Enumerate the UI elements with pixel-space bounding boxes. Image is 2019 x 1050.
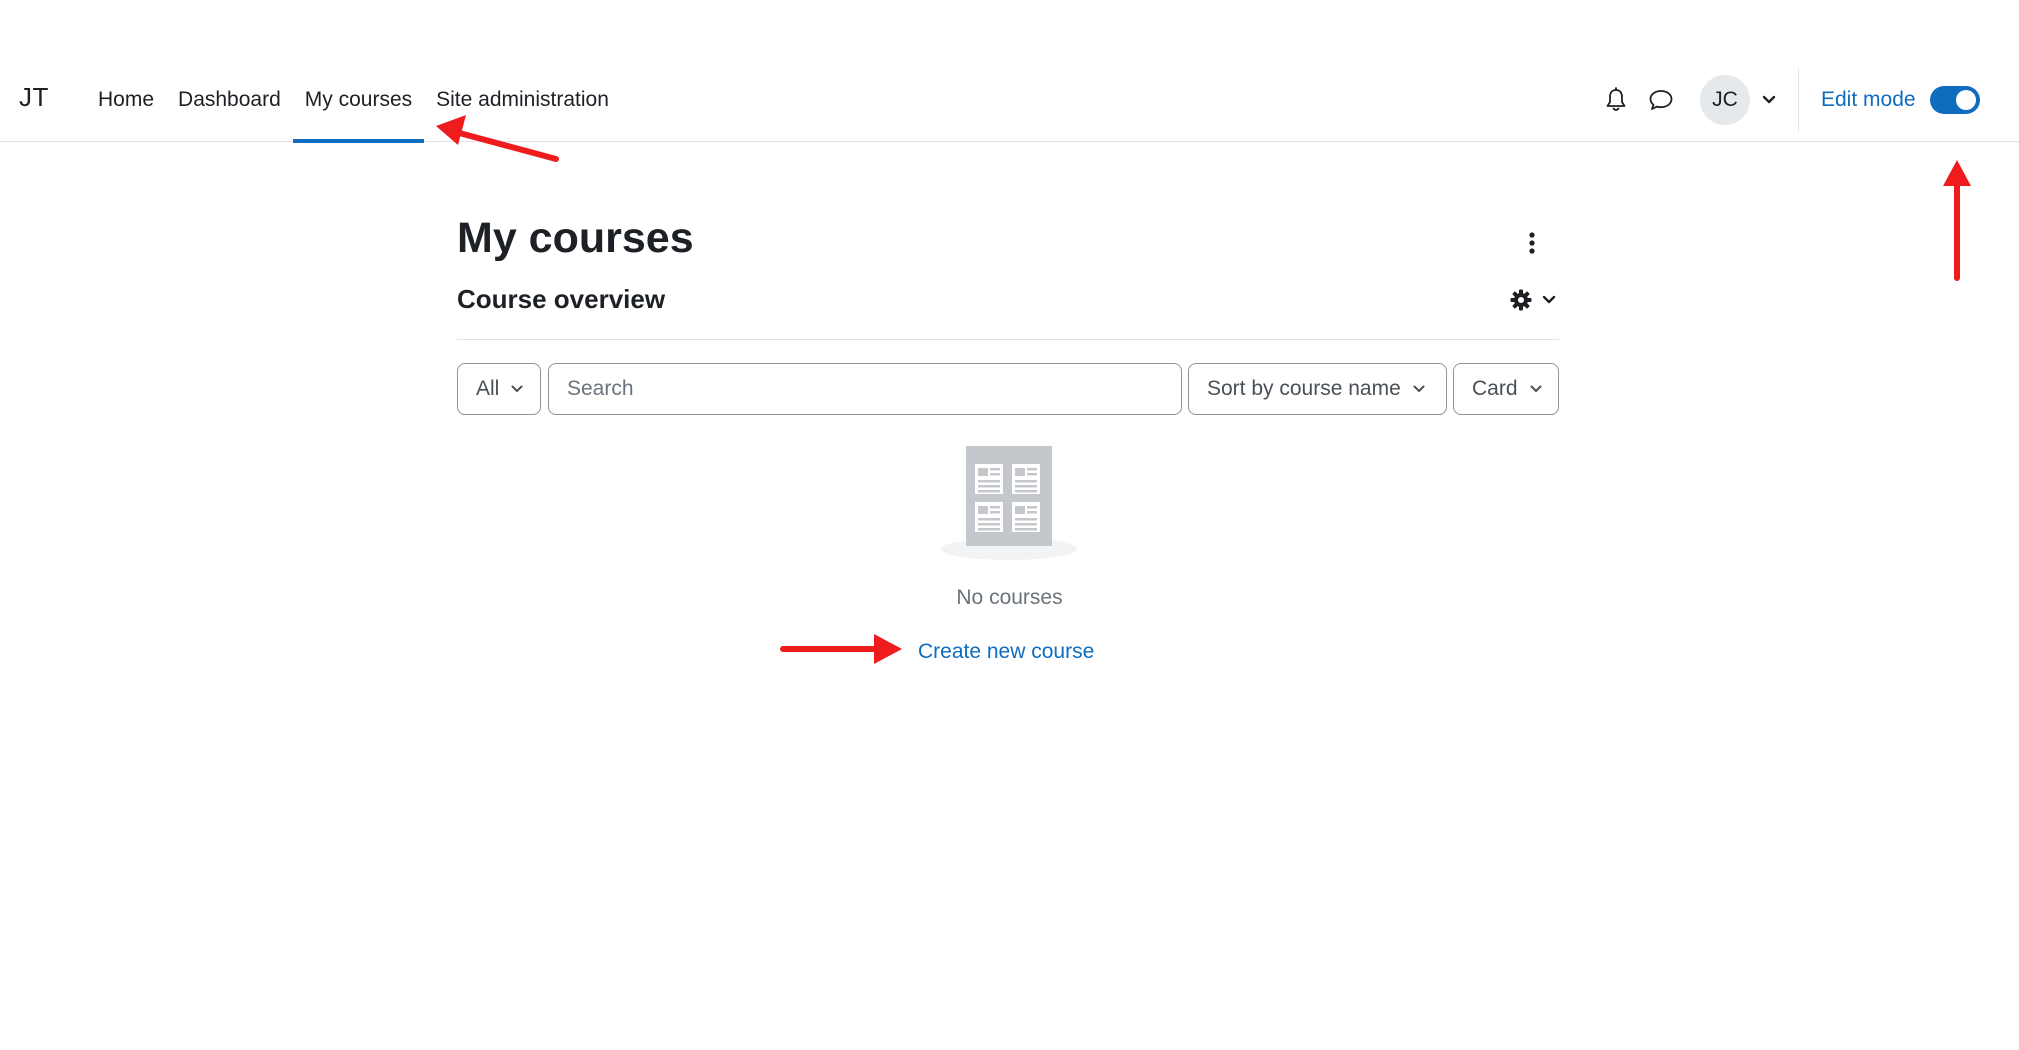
grouping-value: All xyxy=(476,377,500,400)
notifications-button[interactable] xyxy=(1600,84,1632,116)
create-new-course-link[interactable]: Create new course xyxy=(918,640,1094,664)
chevron-down-icon xyxy=(511,383,523,395)
primary-navigation: Home Dashboard My courses Site administr… xyxy=(86,58,621,143)
block-divider xyxy=(457,339,1559,340)
sort-value: Sort by course name xyxy=(1207,377,1401,400)
navbar-divider xyxy=(1798,68,1799,132)
chevron-down-icon xyxy=(1413,383,1425,395)
site-logo-text[interactable]: JT xyxy=(19,82,49,113)
block-settings-menu[interactable] xyxy=(1510,286,1562,314)
nav-item-site-administration[interactable]: Site administration xyxy=(424,58,621,142)
arrow-to-create-course xyxy=(780,634,902,664)
block-title: Course overview xyxy=(457,284,666,314)
chevron-down-icon xyxy=(1762,93,1776,107)
avatar: JC xyxy=(1700,75,1750,125)
user-menu[interactable]: JC xyxy=(1700,74,1776,126)
edit-mode-toggle[interactable]: Edit mode xyxy=(1821,84,1980,116)
display-value: Card xyxy=(1472,377,1518,400)
chevron-down-icon xyxy=(1530,383,1542,395)
chevron-down-icon xyxy=(1542,295,1556,304)
gear-icon xyxy=(1510,289,1532,311)
kebab-menu-icon xyxy=(1529,232,1535,254)
nav-item-my-courses[interactable]: My courses xyxy=(292,58,425,143)
chat-bubble-icon xyxy=(1649,90,1673,110)
arrow-to-edit-mode xyxy=(1943,160,1971,281)
top-navbar: JT Home Dashboard My courses Site admini… xyxy=(0,58,2019,143)
empty-state-message: No courses xyxy=(956,586,1063,609)
nav-item-home[interactable]: Home xyxy=(86,58,166,142)
nav-item-dashboard[interactable]: Dashboard xyxy=(166,58,293,142)
sort-dropdown[interactable]: Sort by course name xyxy=(1188,363,1447,415)
grouping-dropdown[interactable]: All xyxy=(457,363,541,415)
edit-mode-label: Edit mode xyxy=(1821,88,1916,111)
courses-placeholder-icon xyxy=(941,446,1077,560)
display-dropdown[interactable]: Card xyxy=(1453,363,1559,415)
page-actions-menu-button[interactable] xyxy=(1520,226,1544,260)
page-title: My courses xyxy=(457,214,694,262)
toggle-knob xyxy=(1955,90,1976,110)
course-search-input[interactable] xyxy=(548,363,1182,415)
bell-icon xyxy=(1606,87,1626,111)
messages-button[interactable] xyxy=(1645,84,1677,116)
edit-mode-switch[interactable] xyxy=(1929,86,1980,114)
